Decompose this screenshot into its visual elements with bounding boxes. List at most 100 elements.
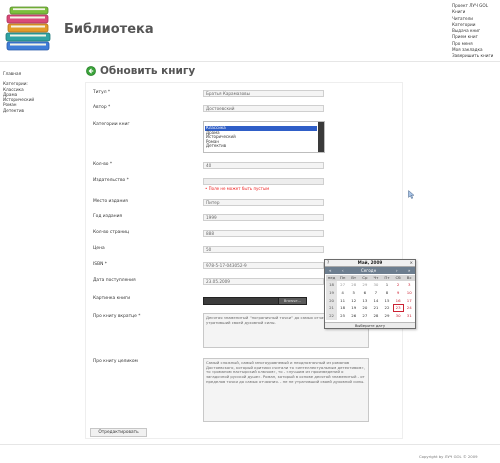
site-title: Библиотека xyxy=(64,22,154,37)
calendar-grid: нед Пн Вт Ср Чт Пт Сб Вс 18 27 28 29 30 1 2 3 19 4 5 6 7 8 9 10… xyxy=(326,275,415,320)
calendar-day[interactable]: 12 xyxy=(348,297,359,305)
calendar-title: Май, 2009 xyxy=(357,260,383,265)
submit-button[interactable]: Отредактировать xyxy=(90,428,147,437)
mouse-cursor-icon xyxy=(408,190,415,199)
categories-multiselect[interactable]: Классика Драма Исторический Роман Детект… xyxy=(203,121,325,153)
year-input[interactable]: 1999 xyxy=(203,214,324,221)
calendar-day[interactable]: 14 xyxy=(370,297,381,305)
calendar-day[interactable]: 29 xyxy=(359,281,370,289)
publisher-error: • Поле не может быть пустым xyxy=(205,186,270,191)
publisher-label: Издательство * xyxy=(93,178,129,183)
calendar-day[interactable]: 4 xyxy=(337,289,348,297)
calendar-day[interactable]: 10 xyxy=(404,289,415,297)
calendar-day[interactable]: 18 xyxy=(337,304,348,312)
calendar-day[interactable]: 1 xyxy=(381,281,392,289)
year-label: Год издания xyxy=(93,214,123,219)
calendar-day[interactable]: 20 xyxy=(359,304,370,312)
calendar-day[interactable]: 6 xyxy=(359,289,370,297)
isbn-input[interactable]: 978-5-17-043052-9 xyxy=(203,262,324,269)
pages-input[interactable]: 888 xyxy=(203,230,324,237)
week-number: 22 xyxy=(326,312,338,320)
page-title: Обновить книгу xyxy=(100,65,196,77)
prev-month-button[interactable]: ‹ xyxy=(342,267,344,274)
author-input[interactable]: Достоевский xyxy=(203,105,324,112)
browse-button[interactable]: Browse... xyxy=(278,297,307,305)
week-number: 19 xyxy=(326,288,338,297)
price-input[interactable]: 50 xyxy=(203,246,324,253)
calendar-week-row: 19 4 5 6 7 8 9 10 xyxy=(326,288,415,297)
calendar-week-row: 20 11 12 13 14 15 16 17 xyxy=(326,296,415,305)
next-year-button[interactable]: » xyxy=(408,267,410,274)
calendar-day[interactable]: 30 xyxy=(370,281,381,289)
categories-label: Категории книг xyxy=(93,122,130,127)
category-option-detective[interactable]: Детектив xyxy=(205,143,317,149)
footer-divider xyxy=(0,444,500,445)
full-description-label: Про книгу целиком xyxy=(93,359,138,364)
calendar-day[interactable]: 28 xyxy=(370,312,381,320)
categories-scrollbar[interactable] xyxy=(318,122,324,152)
calendar-day[interactable]: 13 xyxy=(359,297,370,305)
calendar-day[interactable]: 5 xyxy=(348,289,359,297)
calendar-day[interactable]: 27 xyxy=(359,312,370,320)
next-month-button[interactable]: › xyxy=(396,267,398,274)
calendar-day[interactable]: 7 xyxy=(370,289,381,297)
short-description-label: Про книгу вкратце * xyxy=(93,314,141,319)
place-input[interactable]: Питер xyxy=(203,199,324,206)
top-menu-item-finish[interactable]: Заверишить книги xyxy=(452,53,493,59)
prev-year-button[interactable]: « xyxy=(329,267,331,274)
back-arrow-icon[interactable] xyxy=(86,66,96,76)
week-number: 20 xyxy=(326,296,338,305)
calendar-day[interactable]: 15 xyxy=(381,297,392,305)
calendar-day[interactable]: 3 xyxy=(404,281,415,289)
count-label: Кол-во * xyxy=(93,162,113,167)
date-picker-popup: ? Май, 2009 × « ‹ Сегодн › » нед Пн Вт Ср Чт… xyxy=(324,259,416,329)
week-number: 18 xyxy=(326,281,338,289)
sidebar: Главная Категории: Классика Драма Истори… xyxy=(3,71,34,113)
calendar-day[interactable]: 21 xyxy=(370,304,381,312)
title-label: Титул * xyxy=(93,90,111,95)
calendar-day[interactable]: 2 xyxy=(393,281,404,289)
pages-label: Кол-во страниц xyxy=(93,230,130,235)
count-input[interactable]: 40 xyxy=(203,162,324,169)
header-divider xyxy=(0,61,500,62)
price-label: Цена xyxy=(93,246,105,251)
calendar-close-button[interactable]: × xyxy=(409,260,413,266)
week-number: 21 xyxy=(326,304,338,313)
arrival-date-label: Дата поступления xyxy=(93,278,136,283)
calendar-day[interactable]: 22 xyxy=(381,304,392,312)
top-menu: Проект ЛУЧ GOL Книги Читатели Категории … xyxy=(452,3,493,60)
calendar-day[interactable]: 11 xyxy=(337,297,348,305)
calendar-header: ? Май, 2009 × xyxy=(325,260,415,267)
calendar-day[interactable]: 25 xyxy=(337,312,348,320)
full-description-textarea[interactable]: Самый сложный, самый многоуровневый и не… xyxy=(203,358,369,422)
calendar-day[interactable]: 27 xyxy=(337,281,348,289)
calendar-day[interactable]: 19 xyxy=(348,304,359,312)
publisher-input[interactable] xyxy=(203,178,324,185)
calendar-day[interactable]: 24 xyxy=(404,304,415,312)
calendar-day[interactable]: 23 xyxy=(392,304,404,313)
calendar-nav: « ‹ Сегодн › » xyxy=(325,267,415,274)
sidebar-item-detective[interactable]: Детектив xyxy=(3,108,34,113)
calendar-week-row: 21 18 19 20 21 22 23 24 xyxy=(326,304,415,313)
author-label: Автор * xyxy=(93,105,111,110)
calendar-footer: Выберите дату xyxy=(325,322,415,328)
categories-options: Классика Драма Исторический Роман Детект… xyxy=(205,125,317,149)
today-button[interactable]: Сегодн xyxy=(361,267,376,274)
calendar-day[interactable]: 26 xyxy=(348,312,359,320)
calendar-week-row: 22 25 26 27 28 29 30 31 xyxy=(326,312,415,320)
calendar-day[interactable]: 17 xyxy=(404,297,415,305)
title-input[interactable]: Братья Карамазовы xyxy=(203,90,324,97)
calendar-week-row: 18 27 28 29 30 1 2 3 xyxy=(326,281,415,289)
place-label: Место издания xyxy=(93,199,128,204)
books-logo-icon xyxy=(5,6,51,51)
arrival-date-input[interactable]: 23.05.2009 xyxy=(203,278,324,285)
calendar-day[interactable]: 28 xyxy=(348,281,359,289)
calendar-day[interactable]: 8 xyxy=(381,289,392,297)
calendar-day[interactable]: 31 xyxy=(404,312,415,320)
calendar-day[interactable]: 9 xyxy=(393,289,404,297)
picture-label: Картинка книги xyxy=(93,296,131,301)
isbn-label: ISBN * xyxy=(93,262,107,267)
calendar-day[interactable]: 30 xyxy=(393,312,404,320)
calendar-day[interactable]: 29 xyxy=(381,312,392,320)
calendar-day[interactable]: 16 xyxy=(393,297,404,305)
